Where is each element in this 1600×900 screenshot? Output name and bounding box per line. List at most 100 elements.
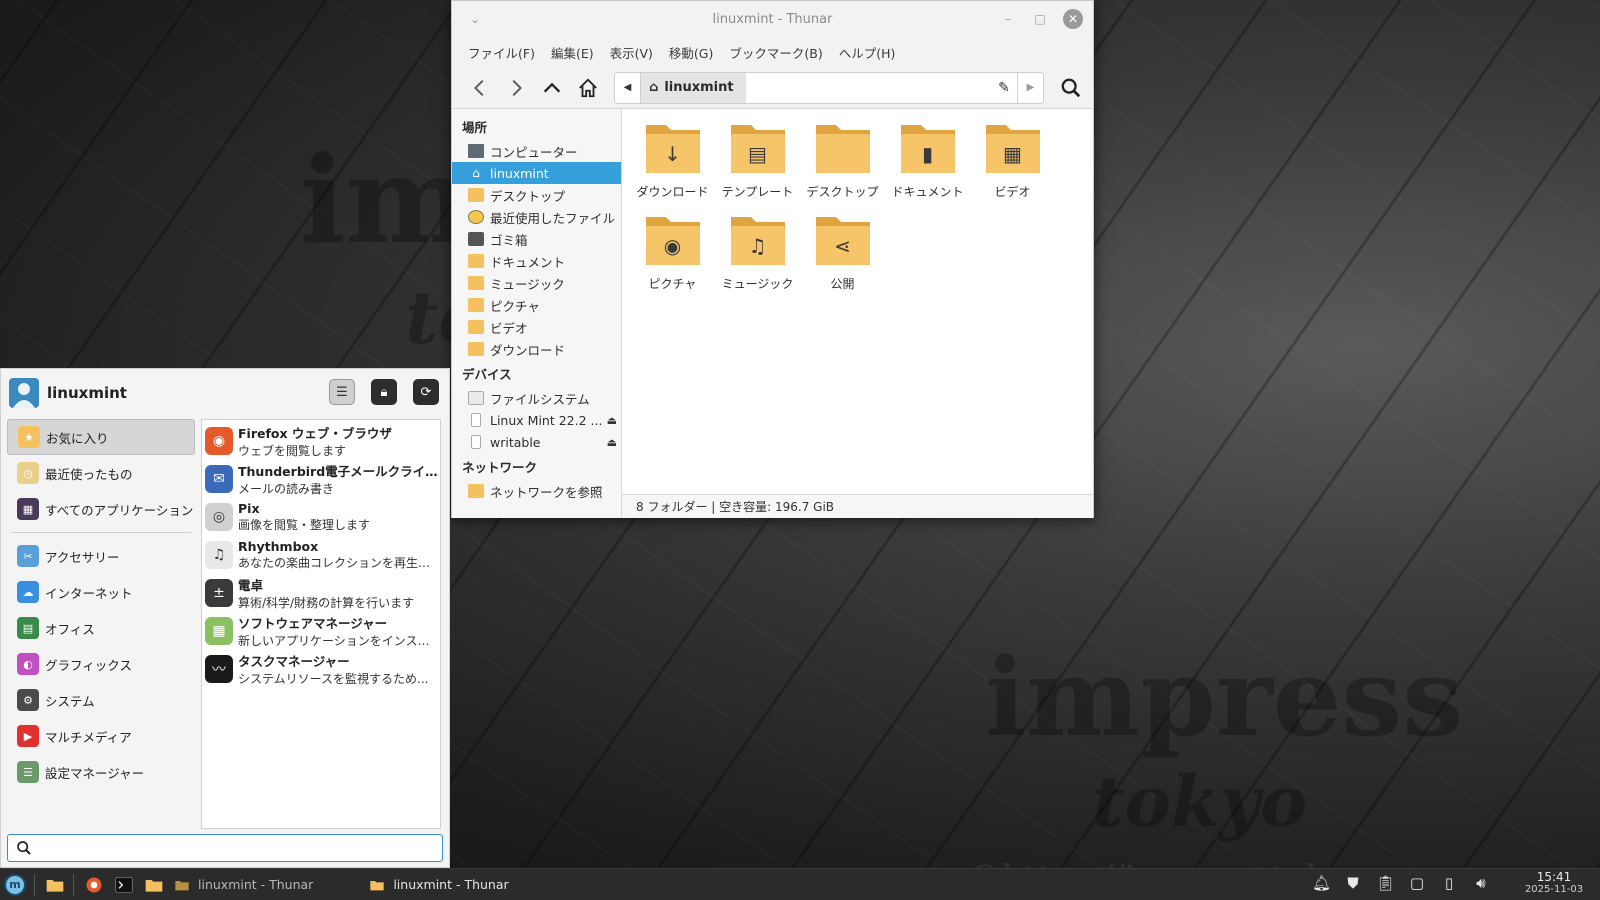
sidebar-item-home[interactable]: ⌂ linuxmint — [452, 162, 621, 184]
menu-search-field[interactable] — [7, 834, 443, 862]
app-item-rhythmbox[interactable]: ♫ Rhythmbox あなたの楽曲コレクションを再生、... — [202, 536, 440, 574]
folder-item-documents[interactable]: ▮ ドキュメント — [885, 121, 970, 213]
sidebar-item-computer[interactable]: コンピューター — [452, 140, 621, 162]
sidebar-item-desktop[interactable]: デスクトップ — [452, 184, 621, 206]
calculator-icon: ± — [205, 579, 233, 607]
folder-item-videos[interactable]: ▦ ビデオ — [970, 121, 1055, 213]
category-office[interactable]: ▤ オフィス — [7, 610, 195, 646]
category-internet[interactable]: ☁ インターネット — [7, 574, 195, 610]
start-menu-button[interactable]: m — [0, 870, 30, 900]
launcher-terminal[interactable] — [110, 871, 138, 899]
app-item-firefox[interactable]: ◉ Firefox ウェブ・ブラウザ ウェブを閲覧します — [202, 422, 440, 460]
office-icon: ▤ — [17, 617, 39, 639]
app-item-calculator[interactable]: ± 電卓 算術/科学/財務の計算を行います — [202, 574, 440, 612]
category-settings-manager[interactable]: ☰ 設定マネージャー — [7, 754, 195, 790]
up-button[interactable] — [534, 72, 570, 104]
minimize-icon[interactable]: – — [999, 10, 1017, 28]
eject-icon[interactable]: ⏏ — [607, 414, 617, 427]
home-button[interactable] — [570, 72, 606, 104]
app-item-thunderbird[interactable]: ✉ Thunderbird電子メールクライア... メールの読み書き — [202, 460, 440, 498]
close-icon[interactable]: ✕ — [1063, 9, 1083, 29]
sidebar-item-browse-network[interactable]: ネットワークを参照 — [452, 480, 621, 502]
location-bar[interactable]: ◀ ⌂ linuxmint ✎ ▶ — [614, 71, 1044, 104]
documents-folder-icon — [468, 254, 484, 268]
menu-go[interactable]: 移動(G) — [661, 43, 721, 62]
sidebar-item-filesystem[interactable]: ファイルシステム — [452, 387, 621, 409]
window-icon[interactable]: ▢ — [1408, 874, 1426, 892]
menu-help[interactable]: ヘルプ(H) — [831, 43, 904, 62]
path-scroll-left-icon[interactable]: ◀ — [615, 72, 641, 103]
app-name: ソフトウェアマネージャー — [238, 616, 388, 631]
folder-item-downloads[interactable]: ↓ ダウンロード — [630, 121, 715, 213]
edit-path-icon[interactable]: ✎ — [991, 80, 1017, 96]
folder-item-desktop[interactable]: デスクトップ — [800, 121, 885, 213]
back-button[interactable] — [462, 72, 498, 104]
folder-label: ピクチャ — [648, 277, 697, 291]
clipboard-icon[interactable]: 📋︎ — [1376, 874, 1395, 892]
all-applications-icon: ▦ — [17, 498, 39, 520]
taskbar-window-thunar-1[interactable]: linuxmint - Thunar — [168, 870, 323, 900]
folder-label: テンプレート — [721, 185, 794, 199]
settings-manager-icon: ☰ — [17, 761, 39, 783]
notification-bell-icon[interactable]: 🔔︎ — [1312, 874, 1331, 892]
category-graphics[interactable]: ◐ グラフィックス — [7, 646, 195, 682]
launcher-files[interactable] — [41, 871, 69, 899]
category-favorites[interactable]: ★ お気に入り — [7, 419, 195, 455]
category-all-applications[interactable]: ▦ すべてのアプリケーション — [7, 491, 195, 527]
sidebar-item-music[interactable]: ミュージック — [452, 272, 621, 294]
folder-item-music[interactable]: ♫ ミュージック — [715, 213, 800, 305]
app-description: 新しいアプリケーションをインスト... — [238, 634, 438, 648]
launcher-files-2[interactable] — [140, 871, 168, 899]
menu-search-input[interactable] — [38, 841, 442, 855]
sidebar-item-downloads[interactable]: ダウンロード — [452, 338, 621, 360]
folder-icon: ▦ — [984, 121, 1042, 175]
menu-file[interactable]: ファイル(F) — [460, 43, 543, 62]
lock-screen-button[interactable]: 🔒︎ — [371, 379, 397, 405]
maximize-icon[interactable]: □ — [1031, 10, 1049, 28]
app-item-pix[interactable]: ◎ Pix 画像を閲覧・整理します — [202, 498, 440, 536]
forward-button[interactable] — [498, 72, 534, 104]
category-system[interactable]: ⚙ システム — [7, 682, 195, 718]
window-menu-icon[interactable]: ⌄ — [466, 10, 484, 28]
menu-bookmarks[interactable]: ブックマーク(B) — [721, 43, 830, 62]
volume-icon[interactable]: 🔊︎ — [1472, 874, 1490, 892]
sidebar-item-label: ドキュメント — [490, 254, 566, 270]
folder-label: ダウンロード — [636, 185, 709, 199]
app-item-task-manager[interactable]: 〰タスクマネージャー システムリソースを監視するため... — [202, 650, 440, 688]
lock-icon: 🔒︎ — [380, 384, 388, 400]
folder-icon: ▮ — [899, 121, 957, 175]
path-scroll-right-icon[interactable]: ▶ — [1017, 72, 1043, 103]
menu-edit[interactable]: 編集(E) — [543, 43, 602, 62]
category-accessories[interactable]: ✂ アクセサリー — [7, 538, 195, 574]
folder-item-public[interactable]: ⋖ 公開 — [800, 213, 885, 305]
sidebar-item-documents[interactable]: ドキュメント — [452, 250, 621, 272]
taskbar-window-thunar-2[interactable]: linuxmint - Thunar — [363, 870, 518, 900]
battery-icon[interactable]: ▯ — [1440, 874, 1458, 892]
category-recently-used[interactable]: ◷ 最近使ったもの — [7, 455, 195, 491]
settings-icon: ☰ — [336, 384, 348, 400]
eject-icon[interactable]: ⏏ — [607, 436, 617, 449]
sidebar-item-recent[interactable]: 最近使用したファイル — [452, 206, 621, 228]
folder-item-pictures[interactable]: ◉ ピクチャ — [630, 213, 715, 305]
app-item-software-manager[interactable]: ▦ ソフトウェアマネージャー 新しいアプリケーションをインスト... — [202, 612, 440, 650]
clock[interactable]: 15:41 2025-11-03 — [1514, 870, 1594, 895]
sidebar-item-videos[interactable]: ビデオ — [452, 316, 621, 338]
logout-button[interactable]: ⟳ — [413, 379, 439, 405]
search-button[interactable] — [1056, 73, 1086, 103]
menu-view[interactable]: 表示(V) — [602, 43, 661, 62]
folder-item-templates[interactable]: ▤ テンプレート — [715, 121, 800, 213]
file-view[interactable]: ↓ ダウンロード ▤ テンプレート デスクトップ ▮ ドキュメント ▦ ビデオ ◉ ピクチャ ♫ ミュー… — [622, 109, 1093, 518]
pix-icon: ◎ — [205, 503, 233, 531]
launcher-firefox[interactable] — [80, 871, 108, 899]
sidebar-item-pictures[interactable]: ピクチャ — [452, 294, 621, 316]
settings-button[interactable]: ☰ — [329, 379, 355, 405]
shield-icon[interactable]: ⛊ — [1344, 874, 1362, 892]
sidebar-item-linux-mint-usb[interactable]: Linux Mint 22.2 ... ⏏ — [452, 409, 621, 431]
title-bar[interactable]: ⌄ linuxmint - Thunar – □ ✕ — [452, 1, 1093, 37]
path-crumb[interactable]: ⌂ linuxmint — [641, 72, 746, 103]
sidebar-item-writable[interactable]: writable ⏏ — [452, 431, 621, 453]
sidebar-item-trash[interactable]: ゴミ箱 — [452, 228, 621, 250]
graphics-icon: ◐ — [17, 653, 39, 675]
category-multimedia[interactable]: ▶ マルチメディア — [7, 718, 195, 754]
search-icon — [1061, 78, 1081, 97]
